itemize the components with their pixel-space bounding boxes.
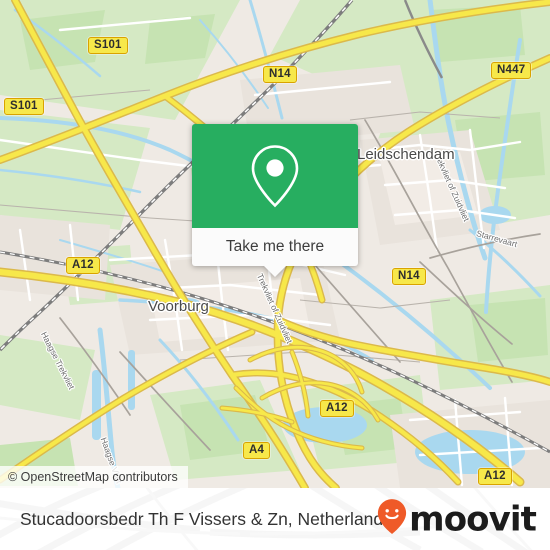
road-shield: S101 [4,98,44,115]
moovit-wordmark: moovit [409,499,537,539]
road-shield: S101 [88,37,128,54]
popup-image-panel [192,124,358,228]
take-me-there-label: Take me there [225,238,325,255]
moovit-logo: moovit [377,499,537,540]
moovit-pin-icon [377,499,407,540]
take-me-there-button[interactable]: Take me there [192,228,358,266]
road-shield: A12 [478,468,512,485]
road-shield: A4 [243,442,271,459]
attribution-text: © OpenStreetMap contributors [8,470,178,484]
road-shield: A12 [66,257,100,274]
road-shield: N14 [263,66,297,83]
map-pin-icon [251,145,299,208]
map-canvas[interactable]: S101 S101 N14 N447 A12 N14 A12 A4 A12 Tr… [0,0,550,488]
road-shield: N14 [392,268,426,285]
road-shield: A12 [320,400,354,417]
place-label-voorburg: Voorburg [148,298,209,315]
page-title: Stucadoorsbedr Th F Vissers & Zn, Nether… [20,508,392,529]
map-attribution[interactable]: © OpenStreetMap contributors [0,466,188,488]
road-shield: N447 [491,62,532,79]
place-label-leidschendam: Leidschendam [357,146,455,163]
popup-pointer [264,266,286,277]
footer-bar: Stucadoorsbedr Th F Vissers & Zn, Nether… [0,488,550,550]
map-screenshot: S101 S101 N14 N447 A12 N14 A12 A4 A12 Tr… [0,0,550,550]
location-popup[interactable]: Take me there [192,124,358,277]
